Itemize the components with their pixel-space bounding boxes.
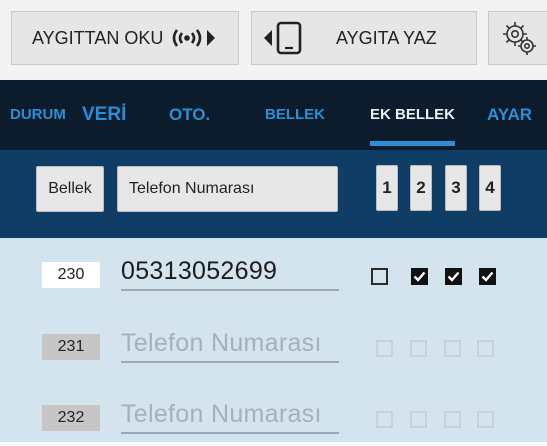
row-index: 232 [42, 405, 100, 431]
table-header: Bellek Telefon Numarası 1 2 3 4 [0, 150, 547, 238]
tab-ayar[interactable]: AYAR [487, 80, 532, 150]
checkbox[interactable] [444, 340, 461, 357]
list-item: 232 Telefon Numarası [0, 386, 547, 446]
tab-veri[interactable]: VERİ [82, 80, 126, 150]
checkbox[interactable] [371, 268, 388, 285]
list-item: 230 05313052699 [0, 243, 547, 303]
checkbox[interactable] [410, 411, 427, 428]
column-4-button[interactable]: 4 [479, 165, 501, 211]
tab-oto[interactable]: OTO. [169, 80, 210, 150]
row-index: 231 [42, 334, 100, 360]
tab-bellek[interactable]: BELLEK [265, 80, 325, 150]
checkbox[interactable] [410, 340, 427, 357]
write-to-device-label: AYGITA YAZ [336, 27, 437, 48]
bellek-column-button[interactable]: Bellek [36, 166, 104, 212]
list-item: 231 Telefon Numarası [0, 315, 547, 375]
checkbox[interactable] [445, 268, 462, 285]
checkbox[interactable] [444, 411, 461, 428]
nfc-signal-icon [169, 26, 225, 50]
row-index: 230 [42, 262, 100, 288]
settings-button[interactable] [488, 11, 547, 65]
column-3-button[interactable]: 3 [445, 165, 467, 211]
read-from-device-button[interactable]: AYGITTAN OKU [11, 11, 239, 65]
tab-ek-bellek[interactable]: EK BELLEK [370, 80, 456, 150]
tab-bar: DURUM VERİ OTO. BELLEK EK BELLEK AYAR [0, 80, 547, 150]
tab-durum[interactable]: DURUM [10, 80, 66, 150]
phone-number-input[interactable]: Telefon Numarası [121, 325, 339, 363]
read-from-device-label: AYGITTAN OKU [32, 27, 164, 48]
checkbox[interactable] [411, 268, 428, 285]
gear-icon [501, 20, 537, 56]
checkbox[interactable] [479, 268, 496, 285]
telefon-column-button[interactable]: Telefon Numarası [117, 166, 338, 212]
write-to-device-button[interactable]: AYGITA YAZ [251, 11, 477, 65]
memory-list: 230 05313052699 231 Telefon Numarası 232… [0, 238, 547, 442]
toolbar: AYGITTAN OKU AYGITA YAZ [0, 0, 547, 80]
column-1-button[interactable]: 1 [376, 165, 398, 211]
phone-number-input[interactable]: 05313052699 [121, 253, 339, 291]
phone-number-input[interactable]: Telefon Numarası [121, 396, 339, 434]
checkbox[interactable] [477, 411, 494, 428]
phone-device-icon [262, 21, 306, 55]
checkbox[interactable] [477, 340, 494, 357]
column-2-button[interactable]: 2 [410, 165, 432, 211]
checkbox[interactable] [376, 340, 393, 357]
checkbox[interactable] [376, 411, 393, 428]
